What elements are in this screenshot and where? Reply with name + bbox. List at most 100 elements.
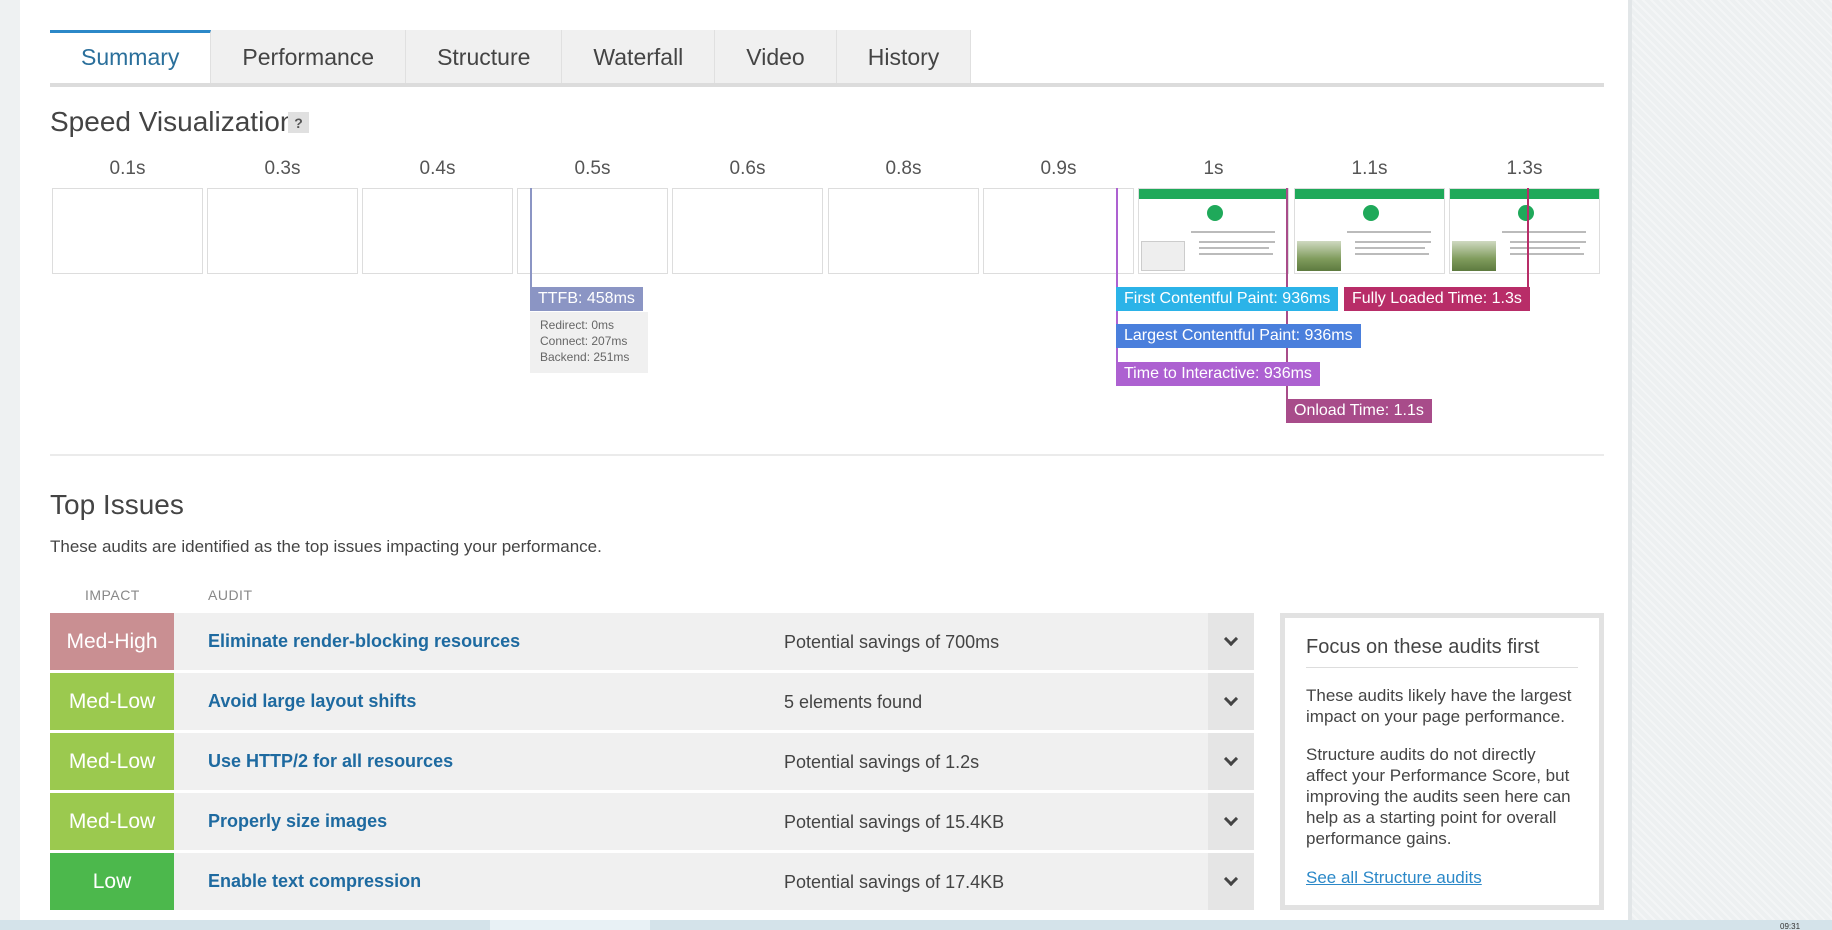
frame-time-label: 1.3s xyxy=(1506,158,1543,179)
audit-row[interactable]: Med-Low Properly size images Potential s… xyxy=(50,793,1254,850)
impact-badge: Med-Low xyxy=(50,673,174,730)
focus-paragraph: These audits likely have the largest imp… xyxy=(1306,686,1572,726)
chevron-down-icon xyxy=(1223,691,1239,707)
tab-waterfall[interactable]: Waterfall xyxy=(562,30,716,84)
chevron-down-icon xyxy=(1223,751,1239,767)
tab-video[interactable]: Video xyxy=(715,30,837,84)
tab-performance[interactable]: Performance xyxy=(211,30,407,84)
top-issues-title: Top Issues xyxy=(50,489,184,520)
impact-badge: Med-High xyxy=(50,613,174,670)
thumbnail-text xyxy=(1510,241,1586,243)
bottom-bar xyxy=(0,920,1832,930)
audit-row[interactable]: Med-Low Avoid large layout shifts 5 elem… xyxy=(50,673,1254,730)
frame-time-label: 0.5s xyxy=(574,158,611,179)
expand-button[interactable] xyxy=(1208,733,1254,790)
ttfb-line xyxy=(530,188,532,288)
expand-button[interactable] xyxy=(1208,613,1254,670)
thumbnail-logo xyxy=(1363,205,1379,221)
frame-thumbnail[interactable] xyxy=(1449,188,1600,274)
frame-time-label: 0.8s xyxy=(885,158,922,179)
thumbnail-header xyxy=(1139,189,1288,199)
impact-column-header: IMPACT xyxy=(85,587,140,603)
tab-history[interactable]: History xyxy=(836,30,972,84)
thumbnail-text xyxy=(1355,241,1431,243)
audit-row[interactable]: Med-High Eliminate render-blocking resou… xyxy=(50,613,1254,670)
thumbnail-text xyxy=(1510,247,1580,249)
onload-marker: Onload Time: 1.1s xyxy=(1286,399,1432,423)
ttfb-marker: TTFB: 458ms xyxy=(530,287,643,311)
tab-summary[interactable]: Summary xyxy=(50,30,212,84)
audit-row[interactable]: Low Enable text compression Potential sa… xyxy=(50,853,1254,910)
audit-savings: Potential savings of 1.2s xyxy=(784,752,980,772)
frame-thumbnail[interactable] xyxy=(207,188,358,274)
ttfb-connect: Connect: 207ms xyxy=(540,334,628,348)
frame-thumbnail[interactable] xyxy=(672,188,823,274)
help-icon[interactable]: ? xyxy=(288,112,309,133)
lcp-marker: Largest Contentful Paint: 936ms xyxy=(1116,324,1361,348)
audit-savings: Potential savings of 17.4KB xyxy=(784,872,1005,892)
thumbnail-image xyxy=(1452,241,1496,271)
audit-savings: 5 elements found xyxy=(784,692,923,712)
frame-time-label: 1.1s xyxy=(1351,158,1388,179)
focus-paragraph: Structure audits do not directly affect … xyxy=(1306,745,1571,848)
frame-thumbnail[interactable] xyxy=(52,188,203,274)
thumbnail-text xyxy=(1502,231,1586,233)
frame-thumbnail[interactable] xyxy=(828,188,979,274)
chevron-down-icon xyxy=(1223,811,1239,827)
top-issues-description: These audits are identified as the top i… xyxy=(50,537,602,556)
thumbnail-text xyxy=(1510,253,1584,255)
ttfb-breakdown: Redirect: 0ms Connect: 207ms Backend: 25… xyxy=(530,312,648,373)
tab-structure[interactable]: Structure xyxy=(406,30,563,84)
thumbnail-image-placeholder xyxy=(1141,241,1185,271)
tti-marker: Time to Interactive: 936ms xyxy=(1116,362,1320,386)
thumbnail-text xyxy=(1199,241,1275,243)
page-background-right xyxy=(1628,0,1832,920)
fully-loaded-marker: Fully Loaded Time: 1.3s xyxy=(1344,287,1530,311)
audit-column-header: AUDIT xyxy=(208,587,253,603)
thumbnail-image xyxy=(1297,241,1341,271)
thumbnail-header xyxy=(1450,189,1599,199)
thumbnail-text xyxy=(1191,231,1275,233)
chevron-down-icon xyxy=(1223,631,1239,647)
section-divider xyxy=(50,454,1604,456)
focus-panel: Focus on these audits first These audits… xyxy=(1280,613,1604,910)
frame-time-label: 0.4s xyxy=(419,158,456,179)
frame-thumbnail[interactable] xyxy=(1138,188,1289,274)
audit-link[interactable]: Enable text compression xyxy=(208,871,421,892)
frame-time-label: 1s xyxy=(1203,158,1224,179)
frame-thumbnail[interactable] xyxy=(517,188,668,274)
chevron-down-icon xyxy=(1223,871,1239,887)
ttfb-backend: Backend: 251ms xyxy=(540,350,630,364)
ttfb-redirect: Redirect: 0ms xyxy=(540,318,615,332)
audit-link[interactable]: Use HTTP/2 for all resources xyxy=(208,751,453,772)
tab-underline xyxy=(50,83,1604,87)
expand-button[interactable] xyxy=(1208,673,1254,730)
impact-badge: Med-Low xyxy=(50,793,174,850)
thumbnail-text xyxy=(1347,231,1431,233)
audit-row[interactable]: Med-Low Use HTTP/2 for all resources Pot… xyxy=(50,733,1254,790)
thumbnail-logo xyxy=(1518,205,1534,221)
thumbnail-text xyxy=(1199,247,1269,249)
expand-button[interactable] xyxy=(1208,793,1254,850)
audit-link[interactable]: Properly size images xyxy=(208,811,387,832)
thumbnail-text xyxy=(1199,253,1273,255)
fcp-marker: First Contentful Paint: 936ms xyxy=(1116,287,1339,311)
page-background-left xyxy=(0,0,20,920)
frame-thumbnail[interactable] xyxy=(362,188,513,274)
audit-link[interactable]: Eliminate render-blocking resources xyxy=(208,631,520,652)
frame-time-label: 0.3s xyxy=(264,158,301,179)
bottom-bar-segment xyxy=(490,920,650,930)
audit-link[interactable]: Avoid large layout shifts xyxy=(208,691,416,712)
thumbnail-header xyxy=(1295,189,1444,199)
expand-button[interactable] xyxy=(1208,853,1254,910)
frame-thumbnail[interactable] xyxy=(1294,188,1445,274)
speed-visualization-title: Speed Visualization xyxy=(50,106,296,137)
focus-title: Focus on these audits first xyxy=(1306,636,1578,668)
see-all-structure-audits-link[interactable]: See all Structure audits xyxy=(1306,868,1578,888)
bottom-time: 09:31 xyxy=(1780,922,1801,930)
frame-thumbnail[interactable] xyxy=(983,188,1134,274)
frame-time-label: 0.9s xyxy=(1040,158,1077,179)
thumbnail-logo xyxy=(1207,205,1223,221)
thumbnail-text xyxy=(1355,247,1425,249)
impact-badge: Med-Low xyxy=(50,733,174,790)
